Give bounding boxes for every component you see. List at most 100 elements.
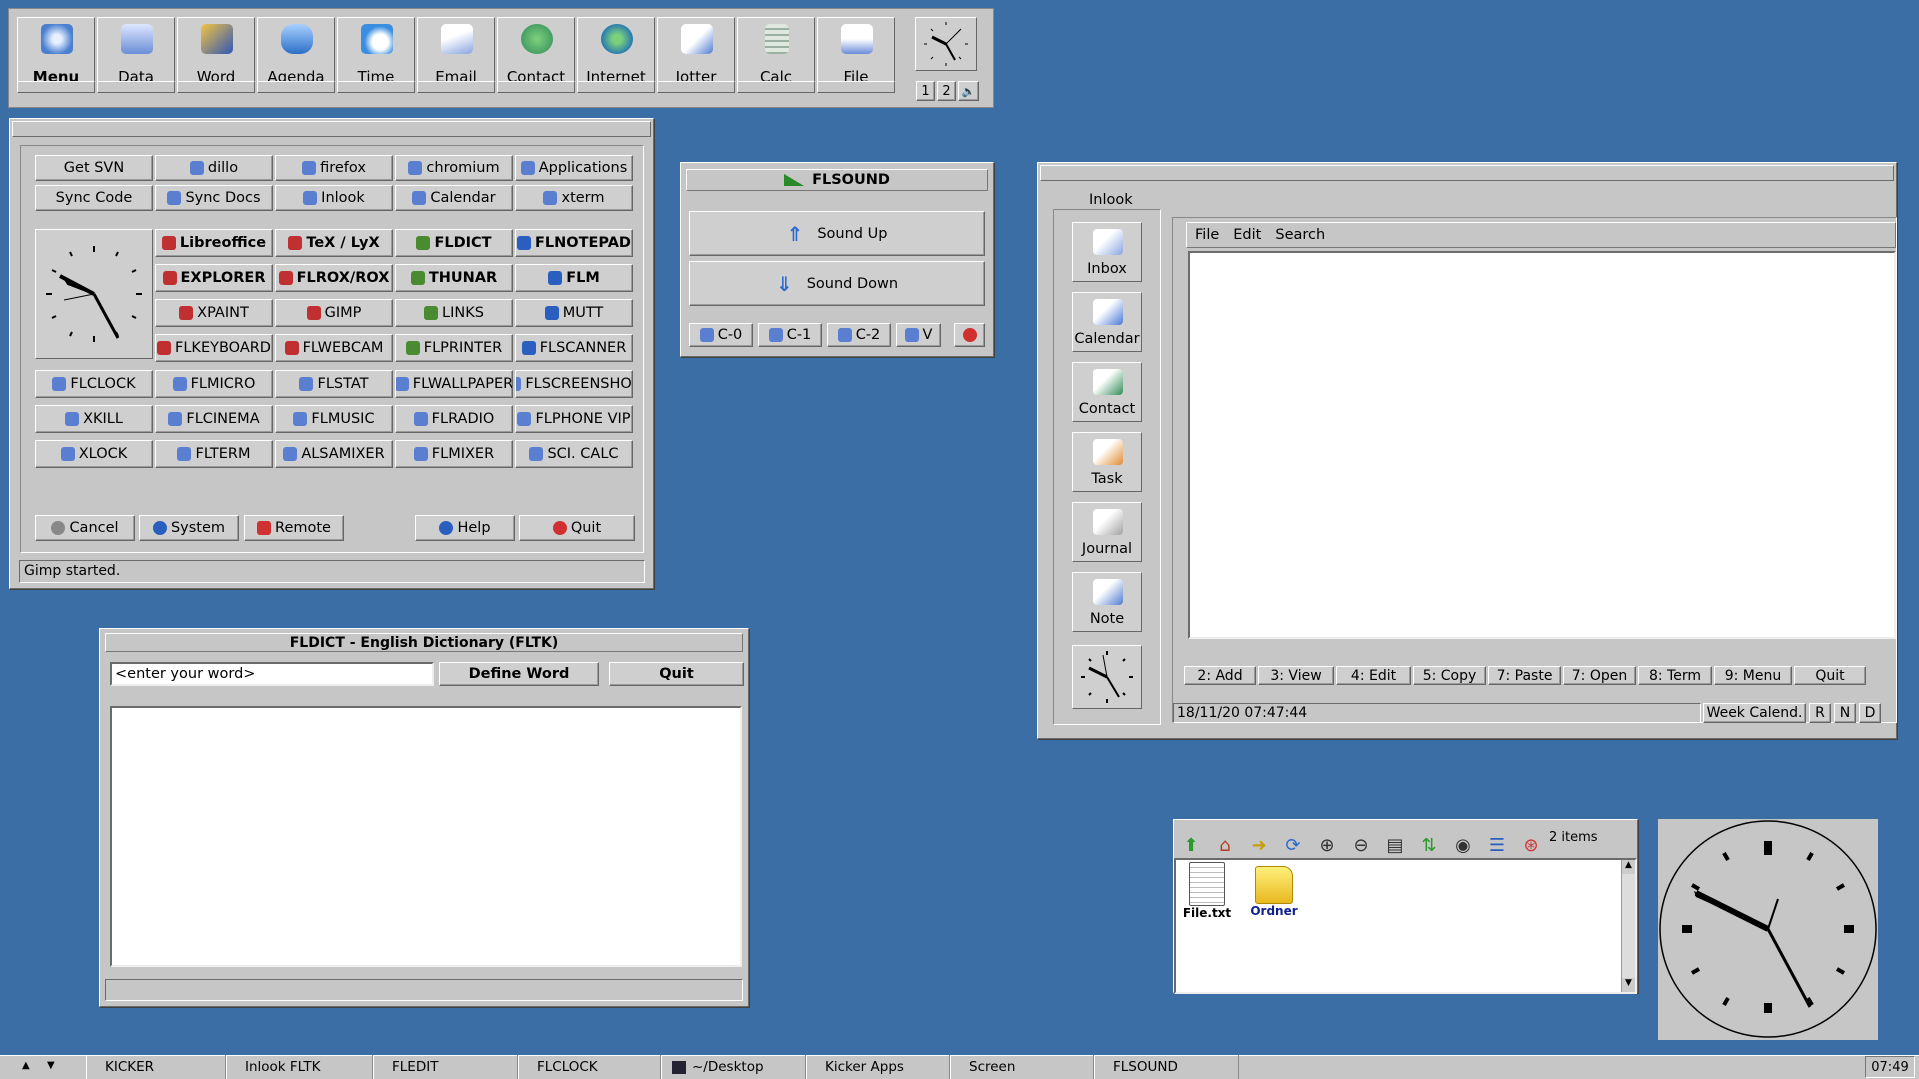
flm-button[interactable]: FLM <box>515 264 633 292</box>
volume-button[interactable]: 🔈 <box>958 81 979 101</box>
zoom-in-icon[interactable]: ⊕ <box>1314 832 1340 858</box>
file-item-ordner[interactable]: Ordner <box>1246 862 1302 918</box>
xkill-button[interactable]: XKILL <box>35 405 153 433</box>
xterm-button[interactable]: xterm <box>515 185 633 211</box>
inlook-button[interactable]: Inlook <box>275 185 393 211</box>
quit-button[interactable]: Quit <box>519 515 635 541</box>
cancel-button[interactable]: Cancel <box>35 515 135 541</box>
go-icon[interactable]: ➜ <box>1246 832 1272 858</box>
side-calendar-button[interactable]: Calendar <box>1072 292 1142 352</box>
help-button[interactable]: Help <box>415 515 515 541</box>
kicker-clock[interactable] <box>915 17 977 71</box>
gimp-button[interactable]: GIMP <box>275 299 393 327</box>
taskbar-item-screen[interactable]: Screen <box>950 1055 1094 1079</box>
chromium-button[interactable]: chromium <box>395 155 513 181</box>
week-calendar-button[interactable]: Week Calend. <box>1703 703 1806 723</box>
word-input[interactable] <box>110 662 434 686</box>
sort-icon[interactable]: ⇅ <box>1416 832 1442 858</box>
r-button[interactable]: R <box>1809 703 1831 723</box>
bottom-2-add-button[interactable]: 2: Add <box>1184 666 1256 685</box>
flscreenshot-button[interactable]: FLSCREENSHOT <box>515 370 633 398</box>
kicker-button-word[interactable]: Word <box>177 17 255 93</box>
channel-c-2-button[interactable]: C-2 <box>827 323 891 347</box>
menu-edit[interactable]: Edit <box>1233 227 1261 243</box>
scroll-up-icon[interactable]: ▲ <box>1622 860 1635 874</box>
definition-output[interactable] <box>110 706 742 967</box>
flnotepad-button[interactable]: FLNOTEPAD <box>515 229 633 257</box>
kicker-button-time[interactable]: Time <box>337 17 415 93</box>
zoom-out-icon[interactable]: ⊖ <box>1348 832 1374 858</box>
tex-lyx-button[interactable]: TeX / LyX <box>275 229 393 257</box>
flterm-button[interactable]: FLTERM <box>155 440 273 468</box>
mute-button[interactable] <box>954 323 985 347</box>
remote-button[interactable]: Remote <box>244 515 344 541</box>
details-icon[interactable]: ☰ <box>1484 832 1510 858</box>
taskbar-item-kicker[interactable]: KICKER <box>86 1055 226 1079</box>
kicker-button-jotter[interactable]: Jotter <box>657 17 735 93</box>
flwallpaper-button[interactable]: FLWALLPAPER <box>395 370 513 398</box>
explorer-button[interactable]: EXPLORER <box>155 264 273 292</box>
sound-down-button[interactable]: ⇓ Sound Down <box>689 261 985 306</box>
thunar-button[interactable]: THUNAR <box>395 264 513 292</box>
bottom-quit-button[interactable]: Quit <box>1794 666 1866 685</box>
flprinter-button[interactable]: FLPRINTER <box>395 334 513 362</box>
file-item-file-txt[interactable]: File.txt <box>1182 862 1232 920</box>
menu-file[interactable]: File <box>1195 227 1219 243</box>
flwebcam-button[interactable]: FLWEBCAM <box>275 334 393 362</box>
bottom-3-view-button[interactable]: 3: View <box>1258 666 1334 685</box>
applications-button[interactable]: Applications <box>515 155 633 181</box>
kicker-button-agenda[interactable]: Agenda <box>257 17 335 93</box>
system-button[interactable]: System <box>139 515 239 541</box>
flmixer-button[interactable]: FLMIXER <box>395 440 513 468</box>
view-list-icon[interactable]: ▤ <box>1382 832 1408 858</box>
bottom-4-edit-button[interactable]: 4: Edit <box>1336 666 1411 685</box>
side-contact-button[interactable]: Contact <box>1072 362 1142 422</box>
kicker-button-contact[interactable]: Contact <box>497 17 575 93</box>
xpaint-button[interactable]: XPAINT <box>155 299 273 327</box>
bottom-7-paste-button[interactable]: 7: Paste <box>1488 666 1561 685</box>
channel-c-1-button[interactable]: C-1 <box>758 323 822 347</box>
flstat-button[interactable]: FLSTAT <box>275 370 393 398</box>
flmicro-button[interactable]: FLMICRO <box>155 370 273 398</box>
xlock-button[interactable]: XLOCK <box>35 440 153 468</box>
eye-icon[interactable]: ◉ <box>1450 832 1476 858</box>
refresh-icon[interactable]: ⟳ <box>1280 832 1306 858</box>
firefox-button[interactable]: firefox <box>275 155 393 181</box>
calendar-button[interactable]: Calendar <box>395 185 513 211</box>
alsamixer-button[interactable]: ALSAMIXER <box>275 440 393 468</box>
taskbar-item-flclock[interactable]: FLCLOCK <box>518 1055 661 1079</box>
bottom-5-copy-button[interactable]: 5: Copy <box>1413 666 1486 685</box>
flcinema-button[interactable]: FLCINEMA <box>155 405 273 433</box>
sync-code-button[interactable]: Sync Code <box>35 185 153 211</box>
kicker-button-calc[interactable]: Calc <box>737 17 815 93</box>
desktop-1-button[interactable]: 1 <box>916 81 935 101</box>
dillo-button[interactable]: dillo <box>155 155 273 181</box>
sync-docs-button[interactable]: Sync Docs <box>155 185 273 211</box>
flradio-button[interactable]: FLRADIO <box>395 405 513 433</box>
taskbar-scroll-down-icon[interactable]: ▼ <box>47 1060 55 1071</box>
scroll-down-icon[interactable]: ▼ <box>1622 978 1635 992</box>
sound-up-button[interactable]: ⇑ Sound Up <box>689 211 985 256</box>
taskbar-item-kicker-apps[interactable]: Kicker Apps <box>806 1055 950 1079</box>
get-svn-button[interactable]: Get SVN <box>35 155 153 181</box>
kicker-button-menu[interactable]: Menu <box>17 17 95 93</box>
bottom-9-menu-button[interactable]: 9: Menu <box>1714 666 1792 685</box>
channel-c-0-button[interactable]: C-0 <box>689 323 753 347</box>
home-icon[interactable]: ⌂ <box>1212 832 1238 858</box>
bottom-7-open-button[interactable]: 7: Open <box>1563 666 1636 685</box>
bottom-8-term-button[interactable]: 8: Term <box>1638 666 1712 685</box>
channel-v-button[interactable]: V <box>896 323 941 347</box>
links-button[interactable]: LINKS <box>395 299 513 327</box>
desktop-2-button[interactable]: 2 <box>937 81 956 101</box>
d-button[interactable]: D <box>1859 703 1881 723</box>
side-task-button[interactable]: Task <box>1072 432 1142 492</box>
taskbar-scroll-up-icon[interactable]: ▲ <box>22 1060 30 1071</box>
mutt-button[interactable]: MUTT <box>515 299 633 327</box>
launcher-clock[interactable] <box>35 229 153 359</box>
taskbar-item-fledit[interactable]: FLEDIT <box>373 1055 518 1079</box>
libreoffice-button[interactable]: Libreoffice <box>155 229 273 257</box>
kicker-button-data[interactable]: Data <box>97 17 175 93</box>
fldict-button[interactable]: FLDICT <box>395 229 513 257</box>
help-icon[interactable]: ⊛ <box>1518 832 1544 858</box>
taskbar-item-inlook-fltk[interactable]: Inlook FLTK <box>226 1055 373 1079</box>
